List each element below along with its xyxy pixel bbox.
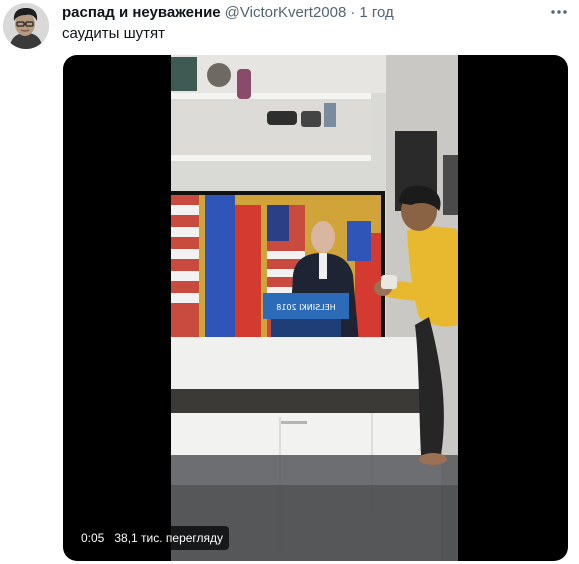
user-avatar-icon [3, 3, 49, 49]
video-time: 0:05 [81, 531, 105, 545]
video-stats-overlay: 0:05 38,1 тис. перегляду [75, 526, 230, 550]
display-name[interactable]: распад и неуважение [62, 3, 221, 23]
more-horizontal-icon [551, 10, 567, 14]
video-thumbnail: HELSINKI 2018 [171, 55, 458, 561]
podium-sign: HELSINKI 2018 [276, 303, 335, 312]
more-options-button[interactable] [546, 2, 572, 22]
tweet-header: распад и неуважение @VictorKvert2008 · 1… [62, 3, 394, 23]
video-player[interactable]: HELSINKI 2018 0:05 38,1 тис. перегляду [63, 55, 568, 561]
tweet-card[interactable]: распад и неуважение @VictorKvert2008 · 1… [0, 0, 579, 564]
avatar[interactable] [3, 3, 49, 49]
separator-dot: · [350, 4, 356, 21]
user-handle[interactable]: @VictorKvert2008 [225, 3, 347, 23]
view-count: 38,1 тис. перегляду [114, 531, 224, 545]
video-frame: HELSINKI 2018 [171, 55, 458, 561]
tweet-text: саудиты шутят [62, 25, 166, 42]
timestamp[interactable]: 1 год [359, 3, 393, 23]
